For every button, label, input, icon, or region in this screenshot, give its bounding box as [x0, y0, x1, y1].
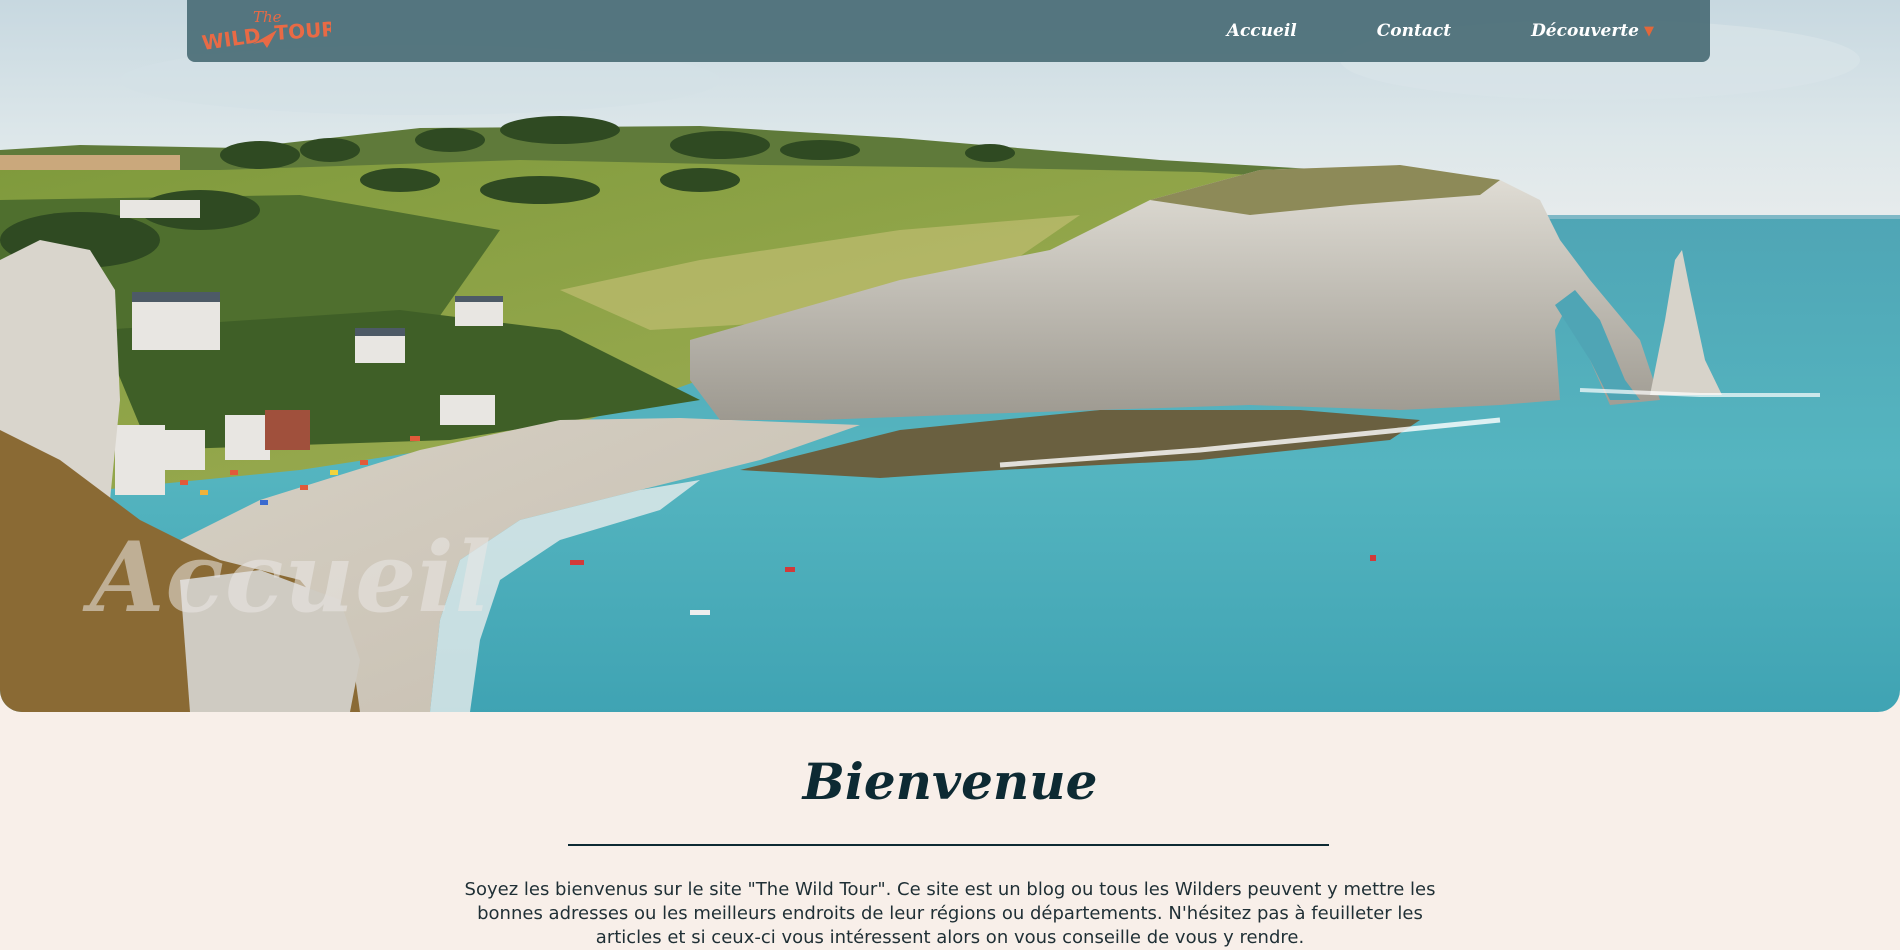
hero-banner: Accueil [0, 0, 1900, 712]
logo-tour-text: TOUR [274, 17, 331, 45]
navbar: The WILD TOUR Accueil Contact Découverte… [187, 0, 1710, 62]
heading-divider [568, 844, 1329, 846]
nav-link-accueil[interactable]: Accueil [1227, 21, 1297, 41]
nav-links: Accueil Contact Découverte ▼ [1227, 0, 1654, 62]
welcome-heading: Bienvenue [802, 752, 1098, 811]
triangle-down-icon: ▼ [1644, 24, 1654, 39]
hero-title: Accueil [90, 521, 493, 634]
site-logo[interactable]: The WILD TOUR [201, 4, 331, 56]
nav-link-decouverte[interactable]: Découverte ▼ [1531, 21, 1654, 41]
intro-paragraph: Soyez les bienvenus sur le site "The Wil… [464, 879, 1436, 948]
logo-image: The WILD TOUR [201, 8, 331, 55]
nav-link-contact[interactable]: Contact [1377, 21, 1451, 41]
nav-link-decouverte-label: Découverte [1531, 21, 1639, 41]
logo-wild-text: WILD [201, 23, 262, 55]
